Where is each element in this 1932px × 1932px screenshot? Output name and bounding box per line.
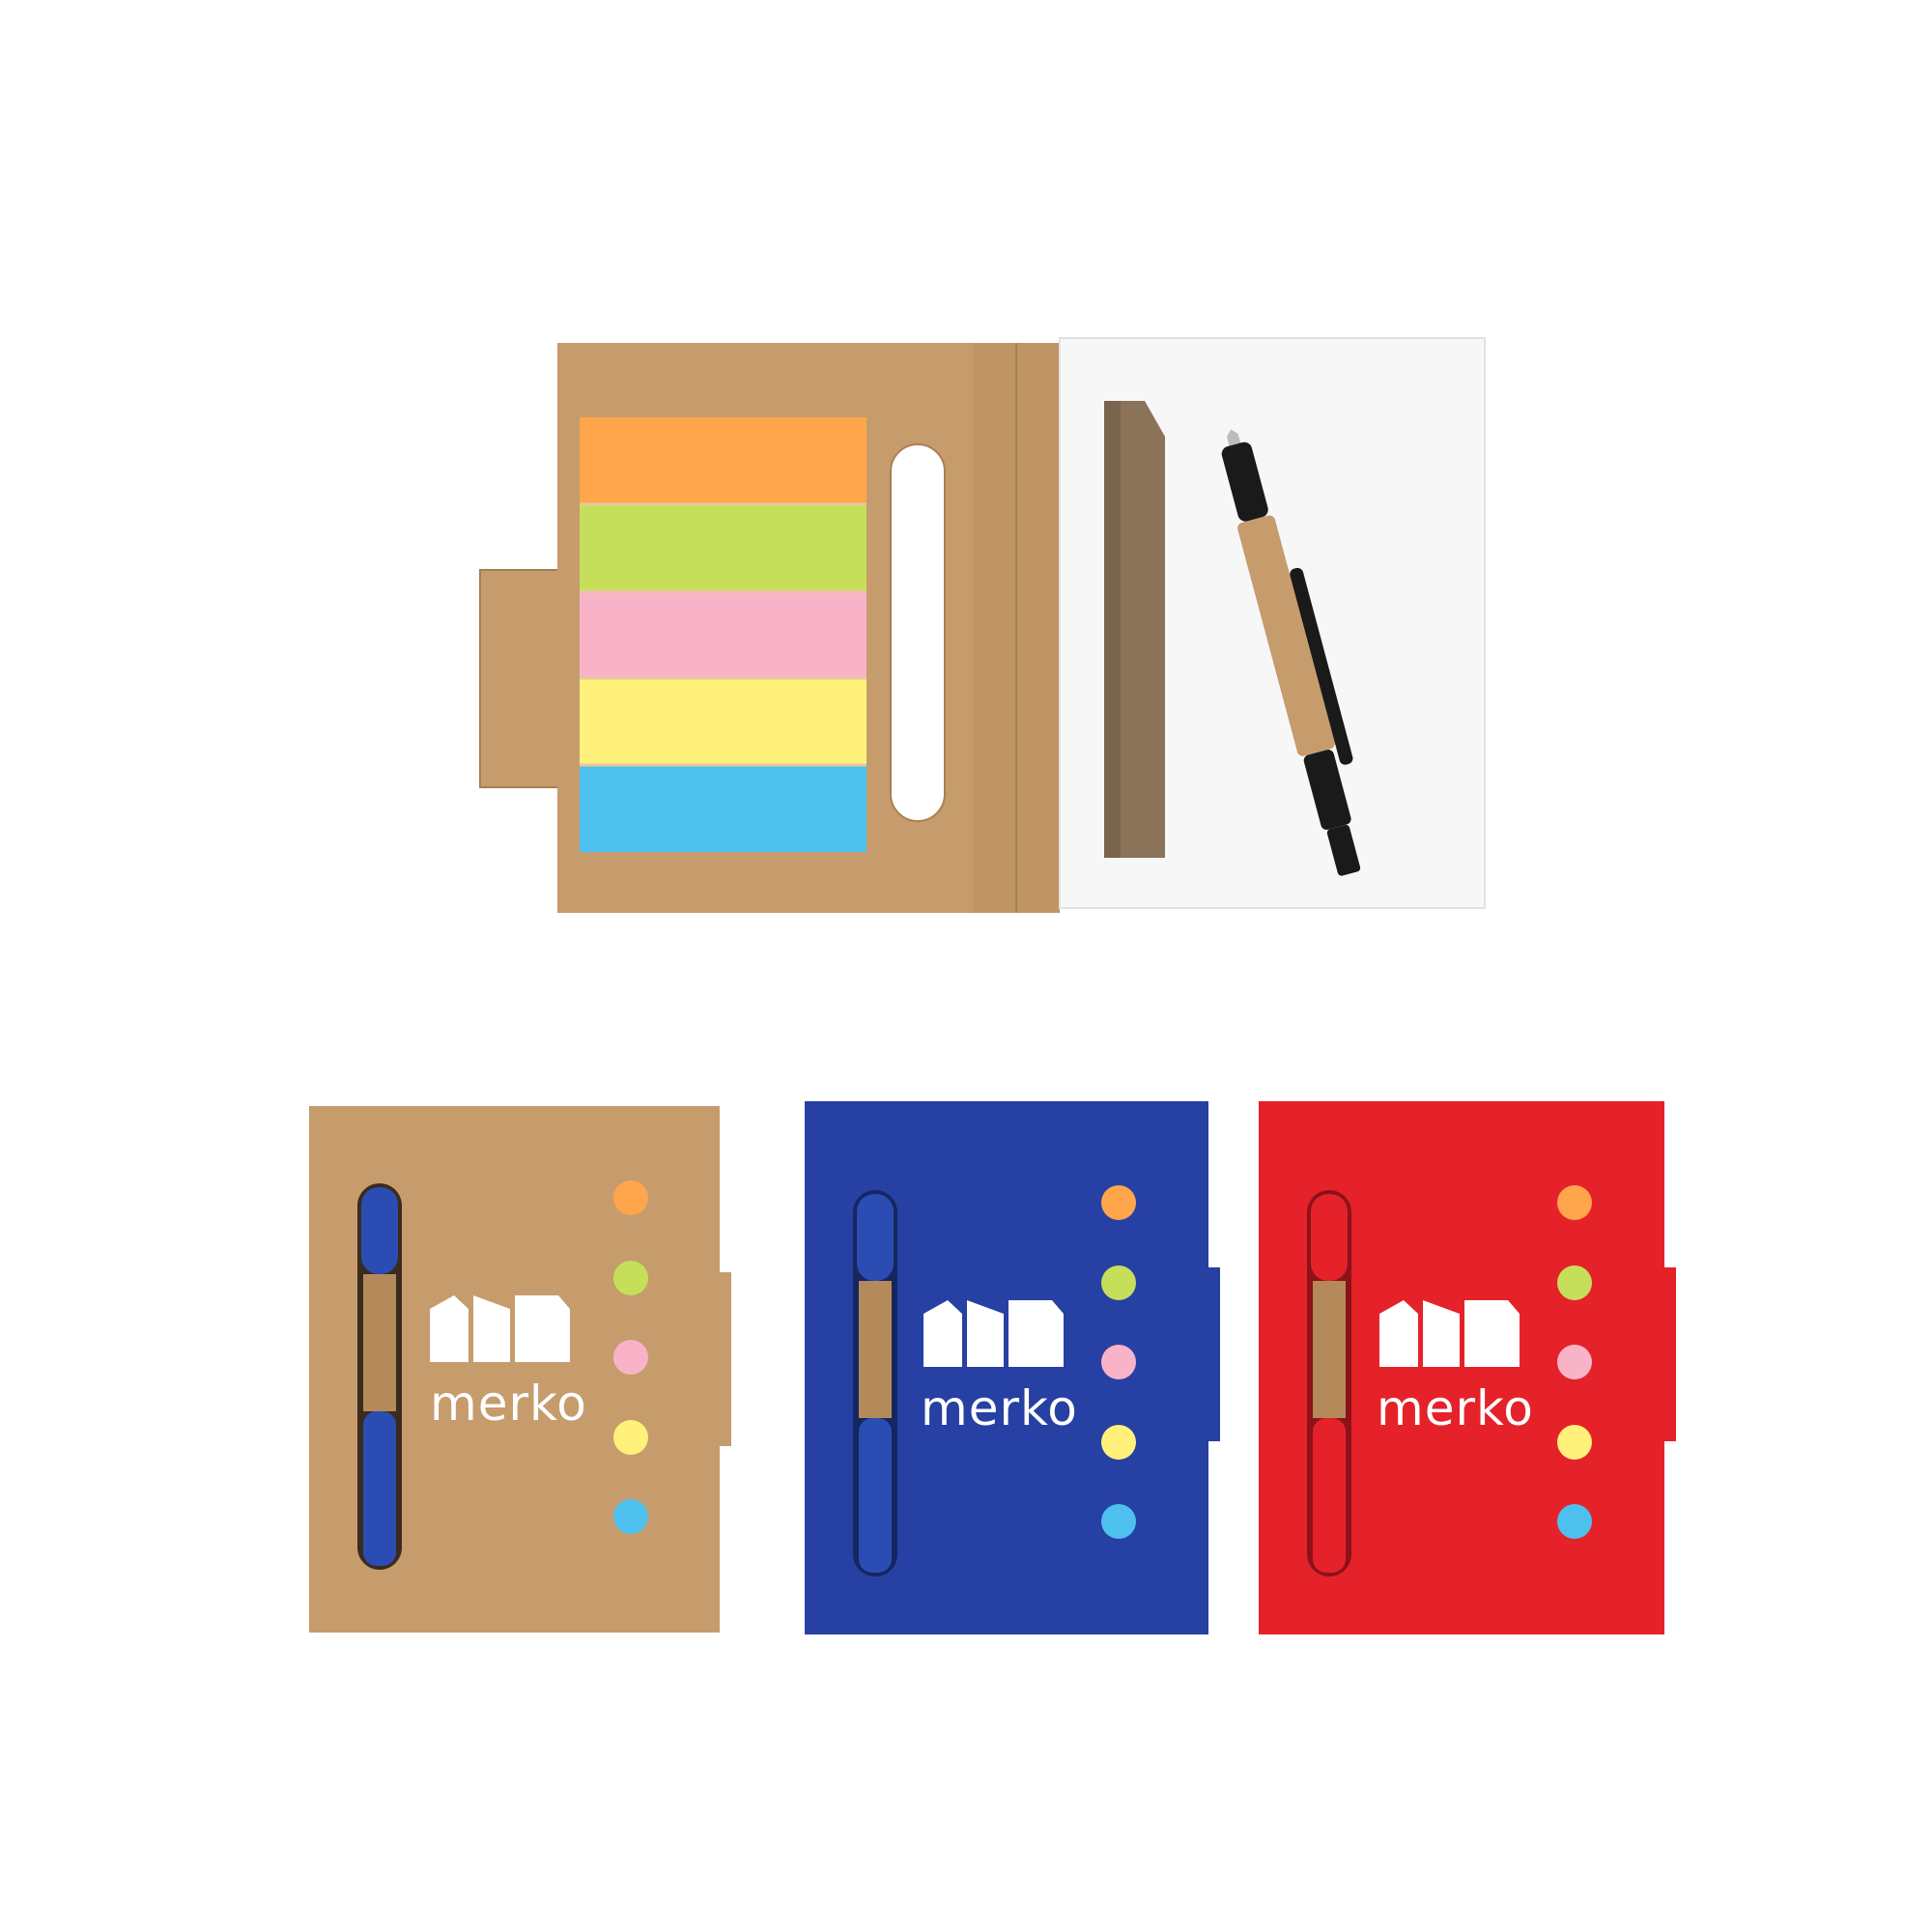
side-tab <box>720 1272 731 1446</box>
closed-notebook-blue: merko <box>805 1101 1220 1634</box>
sticky-dot-pink <box>1557 1345 1592 1379</box>
sticky-dot-pink <box>1101 1345 1136 1379</box>
sticky-tab-blue <box>580 765 867 852</box>
logo-mark <box>1379 1300 1520 1367</box>
pen-slot-cutout <box>890 443 946 822</box>
product-photo: merko merko merko <box>309 337 1676 1634</box>
sticky-dot-green <box>1101 1265 1136 1300</box>
sticky-dot-green <box>1557 1265 1592 1300</box>
pen <box>857 1194 894 1573</box>
sticky-dot-yellow <box>1557 1425 1592 1460</box>
sticky-dot-orange <box>1101 1185 1136 1220</box>
sticky-tab-pink <box>580 591 867 678</box>
logo-text: merko <box>430 1376 587 1432</box>
sticky-tab-yellow <box>580 678 867 765</box>
sticky-dot-yellow <box>1101 1425 1136 1460</box>
open-notebook <box>479 337 1486 913</box>
closed-notebook-red: merko <box>1259 1101 1676 1634</box>
logo-text: merko <box>921 1380 1078 1436</box>
logo-mark <box>923 1300 1064 1367</box>
side-tab <box>1664 1267 1676 1441</box>
sticky-tab-green <box>580 504 867 591</box>
sticky-dot-yellow <box>613 1420 648 1455</box>
sticky-tab-orange <box>580 417 867 504</box>
sticky-dot-orange <box>613 1180 648 1215</box>
sticky-dot-blue <box>1101 1504 1136 1539</box>
pen <box>361 1187 398 1566</box>
logo-mark <box>430 1295 570 1362</box>
closed-notebook-kraft: merko <box>309 1106 731 1633</box>
sticky-tab-stack <box>580 417 867 852</box>
sticky-dot-blue <box>613 1499 648 1534</box>
sticky-dot-orange <box>1557 1185 1592 1220</box>
sticky-dot-green <box>613 1261 648 1295</box>
closure-tab <box>479 569 562 788</box>
sticky-dot-pink <box>613 1340 648 1375</box>
sticky-dot-blue <box>1557 1504 1592 1539</box>
pen <box>1311 1194 1348 1573</box>
side-tab <box>1208 1267 1220 1441</box>
logo-text: merko <box>1377 1380 1534 1436</box>
